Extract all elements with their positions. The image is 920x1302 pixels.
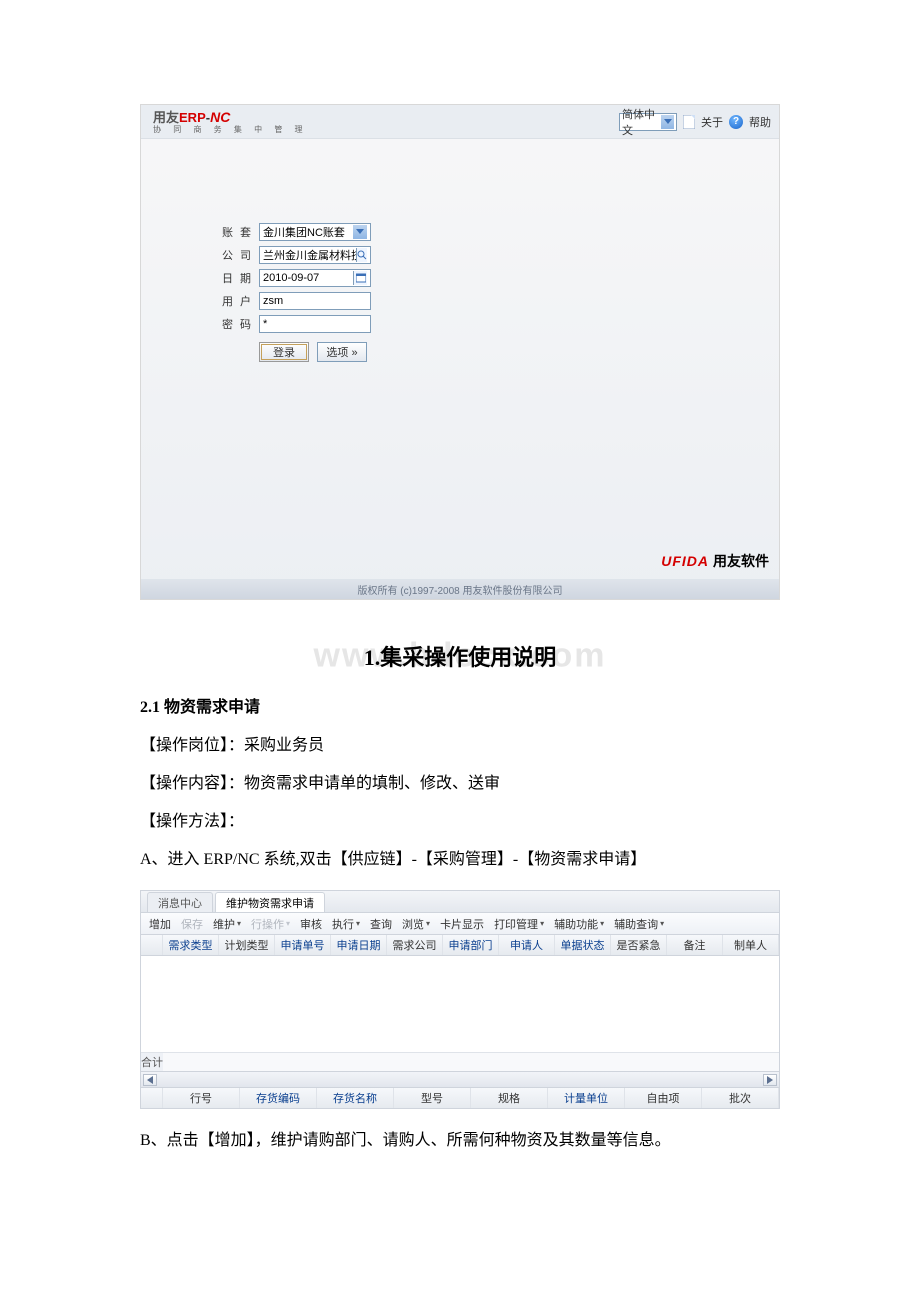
login-button[interactable]: 登录 [259,342,309,362]
toolbar-print[interactable]: 打印管理▾ [494,916,544,932]
col-apply-no[interactable]: 申请单号 [275,935,331,955]
toolbar-query[interactable]: 查询 [370,916,392,932]
row-selector-header [141,935,163,955]
toolbar-assist[interactable]: 辅助功能▾ [554,916,604,932]
col-applicant[interactable]: 申请人 [499,935,555,955]
upper-grid-header: 需求类型 计划类型 申请单号 申请日期 需求公司 申请部门 申请人 单据状态 是… [141,935,779,956]
toolbar-rowop: 行操作▾ [251,916,290,932]
topbar-right: 简体中文 关于 ? 帮助 [619,113,771,131]
document-body: 2.1 物资需求申请 【操作岗位】：采购业务员 【操作内容】：物资需求申请单的填… [0,692,920,876]
col-inv-code[interactable]: 存货编码 [240,1088,317,1108]
col-apply-dept[interactable]: 申请部门 [443,935,499,955]
language-select[interactable]: 简体中文 [619,113,677,131]
upper-grid-body[interactable] [141,956,779,1052]
sum-label: 合计 [141,1053,163,1071]
date-value: 2010-09-07 [263,272,319,284]
brand-erp: ERP [179,110,206,125]
col-batch[interactable]: 批次 [702,1088,779,1108]
date-label: 日 期 [221,270,259,286]
toolbar-save: 保存 [181,916,203,932]
document-icon [683,115,695,129]
user-label: 用 户 [221,293,259,309]
horizontal-scrollbar[interactable] [141,1071,779,1087]
para-role: 【操作岗位】：采购业务员 [140,730,780,762]
grid-screenshot: 消息中心 维护物资需求申请 增加 保存 维护▾ 行操作▾ 审核 执行▾ 查询 浏… [140,890,780,1109]
toolbar-auxquery[interactable]: 辅助查询▾ [614,916,664,932]
section-title: 1.集采操作使用说明 [0,640,920,672]
para-method: 【操作方法】： [140,806,780,838]
toolbar: 增加 保存 维护▾ 行操作▾ 审核 执行▾ 查询 浏览▾ 卡片显示 打印管理▾ … [141,913,779,935]
col-demand-type[interactable]: 需求类型 [163,935,219,955]
toolbar-maintain[interactable]: 维护▾ [213,916,241,932]
toolbar-cardview[interactable]: 卡片显示 [440,916,484,932]
password-input[interactable]: * [259,315,371,333]
upper-grid: 需求类型 计划类型 申请单号 申请日期 需求公司 申请部门 申请人 单据状态 是… [141,935,779,1087]
ufida-en: UFIDA [661,553,709,569]
help-icon: ? [729,115,743,129]
login-topbar: 用友ERP-NC 协 同 商 务 集 中 管 理 简体中文 关于 ? 帮助 [141,105,779,139]
lower-grid-header: 行号 存货编码 存货名称 型号 规格 计量单位 自由项 批次 [141,1087,779,1108]
col-unit[interactable]: 计量单位 [548,1088,625,1108]
col-remark[interactable]: 备注 [667,935,723,955]
toolbar-add[interactable]: 增加 [149,916,171,932]
search-icon[interactable] [356,248,367,262]
account-select[interactable]: 金川集团NC账套 [259,223,371,241]
about-link[interactable]: 关于 [701,114,723,130]
col-bill-status[interactable]: 单据状态 [555,935,611,955]
toolbar-review[interactable]: 审核 [300,916,322,932]
document-body-cont: B、点击【增加】，维护请购部门、请购人、所需何种物资及其数量等信息。 [0,1125,920,1157]
col-model[interactable]: 型号 [394,1088,471,1108]
col-maker[interactable]: 制单人 [723,935,779,955]
para-step-b: B、点击【增加】，维护请购部门、请购人、所需何种物资及其数量等信息。 [140,1125,780,1157]
password-label: 密 码 [221,316,259,332]
scroll-left-icon[interactable] [143,1074,157,1086]
ufida-brand: UFIDA用友软件 [661,551,769,571]
col-demand-company[interactable]: 需求公司 [387,935,443,955]
scroll-right-icon[interactable] [763,1074,777,1086]
brand-subtitle: 协 同 商 务 集 中 管 理 [153,126,308,134]
col-line-no[interactable]: 行号 [163,1088,240,1108]
company-label: 公 司 [221,247,259,263]
language-value: 简体中文 [622,106,661,138]
user-value: zsm [263,295,283,307]
col-free-item[interactable]: 自由项 [625,1088,702,1108]
brand-nc: NC [210,109,230,125]
copyright-text: 版权所有 (c)1997-2008 用友软件股份有限公司 [357,582,562,597]
password-value: * [263,318,267,330]
tab-maintain-request[interactable]: 维护物资需求申请 [215,892,325,912]
ufida-cn: 用友软件 [713,553,769,569]
col-apply-date[interactable]: 申请日期 [331,935,387,955]
calendar-icon[interactable] [353,271,367,285]
para-step-a: A、进入 ERP/NC 系统,双击【供应链】-【采购管理】-【物资需求申请】 [140,844,780,876]
col-spec[interactable]: 规格 [471,1088,548,1108]
col-plan-type[interactable]: 计划类型 [219,935,275,955]
col-urgent[interactable]: 是否紧急 [611,935,667,955]
company-input[interactable]: 兰州金川金属材料技术公司 [259,246,371,264]
col-inv-name[interactable]: 存货名称 [317,1088,394,1108]
options-button[interactable]: 选项 » [317,342,367,362]
date-input[interactable]: 2010-09-07 [259,269,371,287]
toolbar-exec[interactable]: 执行▾ [332,916,360,932]
row-selector-header [141,1088,163,1108]
account-label: 账 套 [221,224,259,240]
help-link[interactable]: 帮助 [749,114,771,130]
login-screenshot: 用友ERP-NC 协 同 商 务 集 中 管 理 简体中文 关于 ? 帮助 [140,104,780,600]
chevron-down-icon [661,115,674,129]
brand-prefix: 用友 [153,110,179,125]
brand-logo: 用友ERP-NC 协 同 商 务 集 中 管 理 [153,110,308,134]
tab-message-center[interactable]: 消息中心 [147,892,213,912]
company-value: 兰州金川金属材料技术公司 [263,247,356,263]
account-value: 金川集团NC账套 [263,224,345,240]
login-form: 账 套 金川集团NC账套 公 司 兰州金川金属材料技术公司 日 期 2010-0… [221,221,371,364]
para-content: 【操作内容】：物资需求申请单的填制、修改、送审 [140,768,780,800]
sub-heading: 2.1 物资需求申请 [140,692,780,724]
tabs-bar: 消息中心 维护物资需求申请 [141,891,779,913]
toolbar-browse[interactable]: 浏览▾ [402,916,430,932]
upper-grid-footer: 合计 [141,1052,779,1071]
user-input[interactable]: zsm [259,292,371,310]
chevron-down-icon [353,225,367,239]
copyright-bar: 版权所有 (c)1997-2008 用友软件股份有限公司 [141,579,779,599]
